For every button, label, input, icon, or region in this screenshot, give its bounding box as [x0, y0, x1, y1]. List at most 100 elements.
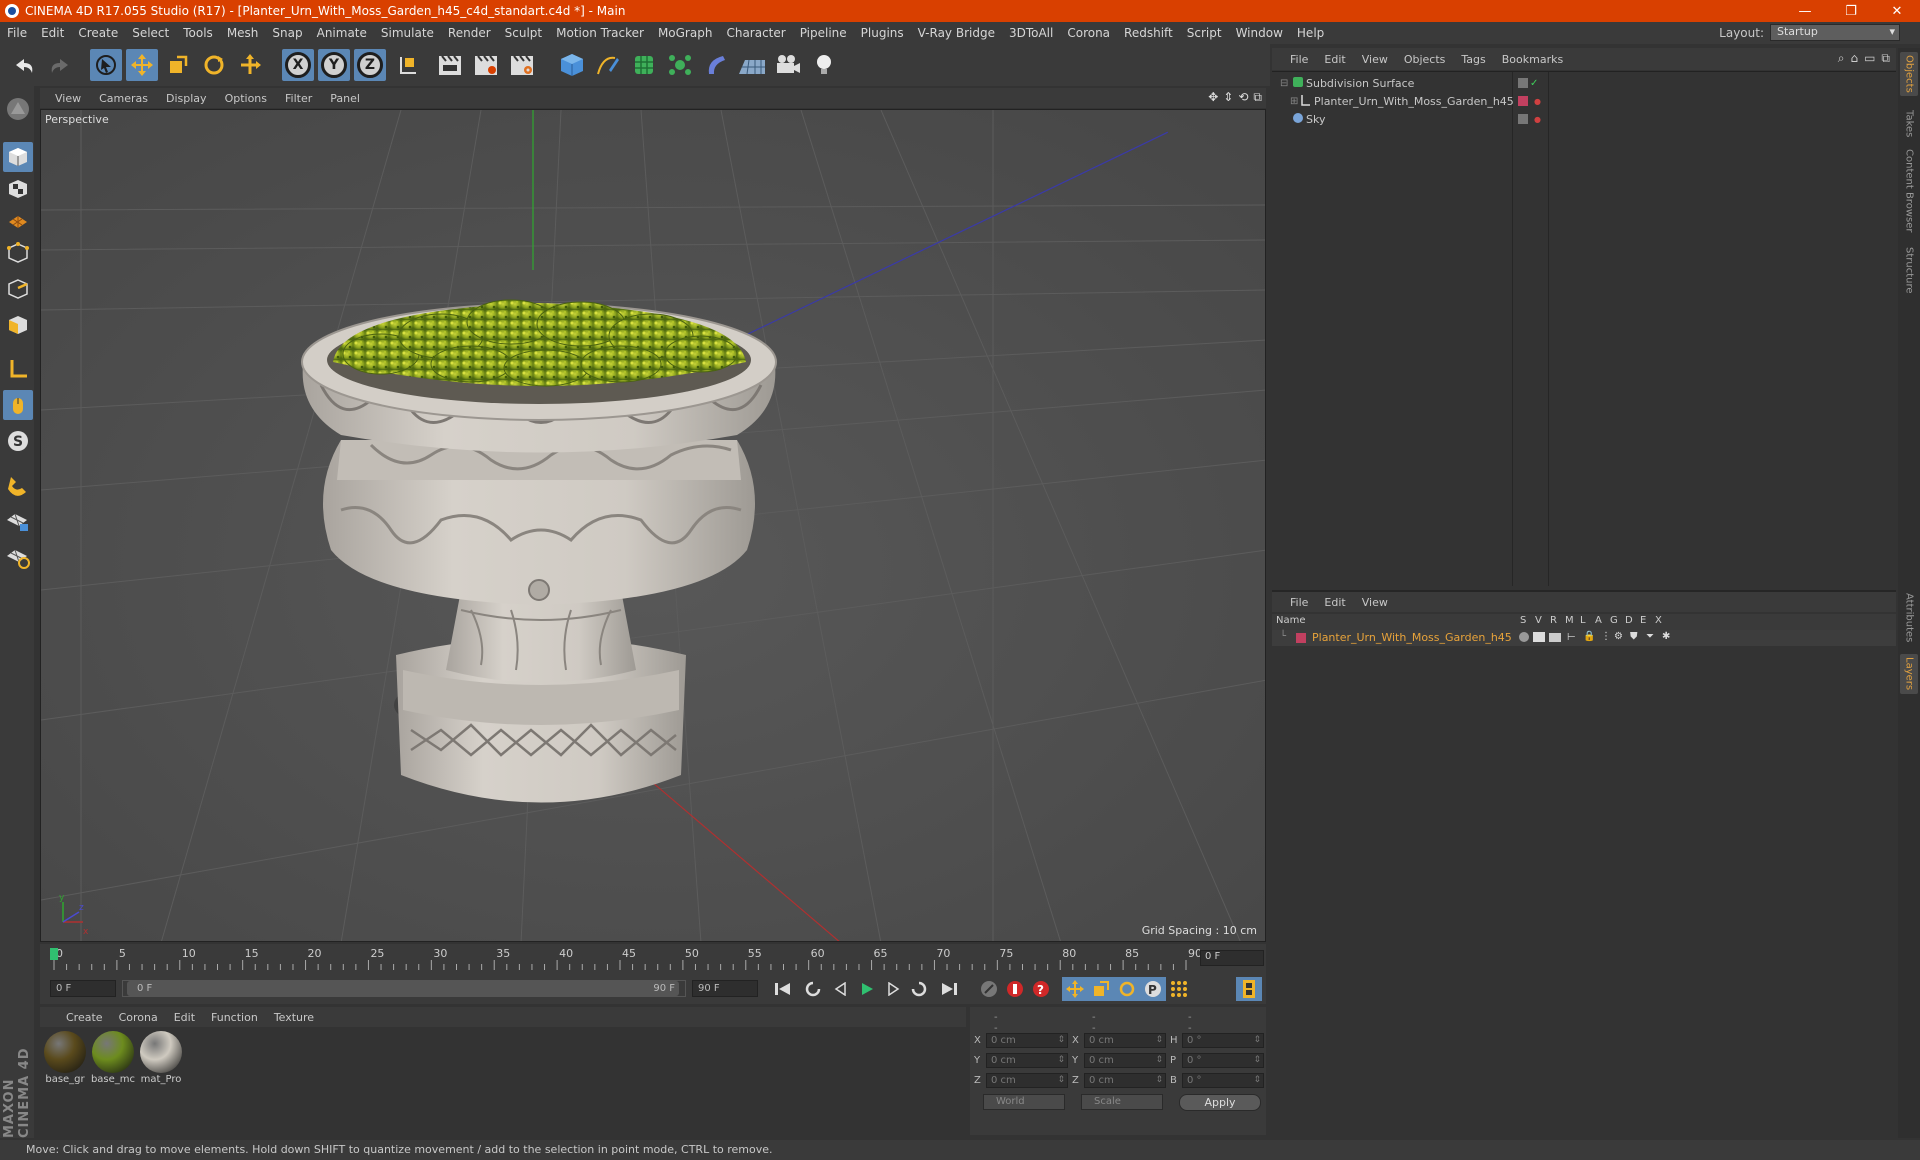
previous-key-button[interactable] [800, 977, 826, 1001]
timeline-ruler[interactable]: 0 5 10 15 20 25 30 35 40 45 50 55 60 65 70 75 80 85 90 [40, 944, 1266, 974]
side-tab-attributes[interactable]: Attributes [1900, 588, 1918, 648]
material-menu-edit[interactable]: Edit [166, 1011, 203, 1024]
model-mode-button[interactable] [3, 142, 33, 172]
size-mode-dropdown[interactable]: Scale [1081, 1094, 1163, 1110]
viewport-menu-panel[interactable]: Panel [321, 92, 369, 105]
coord-value-field[interactable]: 0 cm [1084, 1032, 1166, 1048]
camera-button[interactable] [772, 49, 804, 81]
dolly-icon[interactable]: ⇕ [1223, 90, 1233, 105]
go-to-start-button[interactable] [770, 977, 796, 1001]
tweak-mode-button[interactable] [3, 390, 33, 420]
menu-script[interactable]: Script [1180, 26, 1229, 40]
object-row-subdivision-surface[interactable]: ⊟ Subdivision Surface ✓ [1272, 74, 1896, 92]
close-button[interactable]: ✕ [1874, 0, 1920, 22]
menu-tools[interactable]: Tools [176, 26, 220, 40]
visibility-dots-icon[interactable]: ● [1534, 115, 1541, 124]
menu-animate[interactable]: Animate [310, 26, 374, 40]
material-menu-texture[interactable]: Texture [266, 1011, 322, 1024]
maximize-view-icon[interactable]: ⧉ [1253, 90, 1262, 105]
object-row-sky[interactable]: Sky ● [1272, 110, 1896, 128]
points-mode-button[interactable] [3, 238, 33, 268]
render-settings-button[interactable] [506, 49, 538, 81]
subdivision-surface-button[interactable] [628, 49, 660, 81]
object-menu-bookmarks[interactable]: Bookmarks [1494, 53, 1571, 66]
magnet-button[interactable] [3, 470, 33, 500]
end-frame-field[interactable]: 90 F [692, 980, 758, 997]
enabled-check-icon[interactable]: ✓ [1530, 78, 1538, 89]
object-menu-edit[interactable]: Edit [1316, 53, 1353, 66]
cloner-button[interactable] [664, 49, 696, 81]
render-picture-viewer-button[interactable] [470, 49, 502, 81]
layer-row[interactable]: └ Planter_Urn_With_Moss_Garden_h45 ⊢ 🔒 ⋮… [1272, 630, 1896, 646]
menu-v-ray-bridge[interactable]: V-Ray Bridge [911, 26, 1002, 40]
play-button[interactable] [854, 977, 880, 1001]
redo-button[interactable] [44, 49, 76, 81]
undo-button[interactable] [8, 49, 40, 81]
lock-toggle-icon[interactable]: 🔒 [1583, 631, 1595, 642]
transform-tool-button[interactable] [234, 49, 266, 81]
menu-motion-tracker[interactable]: Motion Tracker [549, 26, 651, 40]
deformer-button[interactable] [700, 49, 732, 81]
side-tab-layers[interactable]: Layers [1900, 654, 1918, 694]
key-rotation-button[interactable] [1114, 977, 1140, 1001]
menu-edit[interactable]: Edit [34, 26, 71, 40]
go-to-end-button[interactable] [936, 977, 962, 1001]
menu-help[interactable]: Help [1290, 26, 1331, 40]
spline-pen-button[interactable] [592, 49, 624, 81]
menu-simulate[interactable]: Simulate [374, 26, 441, 40]
object-row-planter-urn[interactable]: ⊞ Planter_Urn_With_Moss_Garden_h45 ● [1272, 92, 1896, 110]
view-eye-icon[interactable] [1533, 632, 1545, 642]
material-menu-function[interactable]: Function [203, 1011, 266, 1024]
new-window-icon[interactable]: ▭ [1864, 51, 1875, 66]
menu-select[interactable]: Select [125, 26, 176, 40]
coord-value-field[interactable]: 0 cm [1084, 1052, 1166, 1068]
make-editable-button[interactable] [3, 94, 33, 124]
side-tab-structure[interactable]: Structure [1900, 240, 1918, 300]
apply-button[interactable]: Apply [1179, 1094, 1261, 1111]
key-position-button[interactable] [1062, 977, 1088, 1001]
menu-3dtoall[interactable]: 3DToAll [1002, 26, 1060, 40]
cube-primitive-button[interactable] [556, 49, 588, 81]
coord-value-field[interactable]: 0 cm [986, 1032, 1068, 1048]
coordinate-system-button[interactable] [392, 49, 424, 81]
previous-frame-button[interactable] [828, 977, 854, 1001]
menu-character[interactable]: Character [719, 26, 792, 40]
polygons-mode-button[interactable] [3, 310, 33, 340]
record-keys-button[interactable] [976, 977, 1002, 1001]
coord-value-field[interactable]: 0 ° [1182, 1072, 1264, 1088]
search-icon[interactable]: ⌕ [1838, 51, 1845, 66]
menu-window[interactable]: Window [1229, 26, 1290, 40]
layer-menu-view[interactable]: View [1354, 596, 1396, 609]
scale-tool-button[interactable] [162, 49, 194, 81]
object-menu-tags[interactable]: Tags [1453, 53, 1493, 66]
menu-pipeline[interactable]: Pipeline [793, 26, 854, 40]
planar-workplane-button[interactable] [3, 542, 33, 572]
maximize-panel-icon[interactable]: ⧉ [1881, 51, 1890, 66]
material-swatch[interactable]: base_gr [42, 1029, 88, 1085]
menu-corona[interactable]: Corona [1060, 26, 1117, 40]
deformers-toggle-icon[interactable]: ⛊ [1630, 631, 1638, 642]
render-view-button[interactable] [434, 49, 466, 81]
coord-value-field[interactable]: 0 cm [986, 1072, 1068, 1088]
collapse-toggle-icon[interactable]: ⊟ [1280, 78, 1288, 89]
perspective-viewport[interactable]: y x z Perspective Grid Spacing : 10 cm [40, 109, 1266, 942]
coord-value-field[interactable]: 0 cm [986, 1052, 1068, 1068]
coord-value-field[interactable]: 0 cm [1084, 1072, 1166, 1088]
menu-file[interactable]: File [0, 26, 34, 40]
key-parameter-button[interactable]: P [1140, 977, 1166, 1001]
side-tab-takes[interactable]: Takes [1900, 104, 1918, 144]
floor-button[interactable] [736, 49, 768, 81]
axis-mode-button[interactable] [3, 354, 33, 384]
z-axis-lock-button[interactable]: Z [354, 49, 386, 81]
locked-workplane-button[interactable] [3, 506, 33, 536]
expand-toggle-icon[interactable]: ⊞ [1290, 96, 1298, 107]
next-frame-button[interactable] [880, 977, 906, 1001]
timeline-window-button[interactable] [1236, 977, 1262, 1001]
animation-toggle-icon[interactable]: ⋮ [1601, 631, 1611, 642]
layer-name[interactable]: Planter_Urn_With_Moss_Garden_h45 [1312, 631, 1512, 644]
next-key-button[interactable] [906, 977, 932, 1001]
keyframe-selection-button[interactable]: ? [1028, 977, 1054, 1001]
material-menu-corona[interactable]: Corona [111, 1011, 166, 1024]
coordinate-space-dropdown[interactable]: World [983, 1094, 1065, 1110]
viewport-menu-options[interactable]: Options [216, 92, 276, 105]
